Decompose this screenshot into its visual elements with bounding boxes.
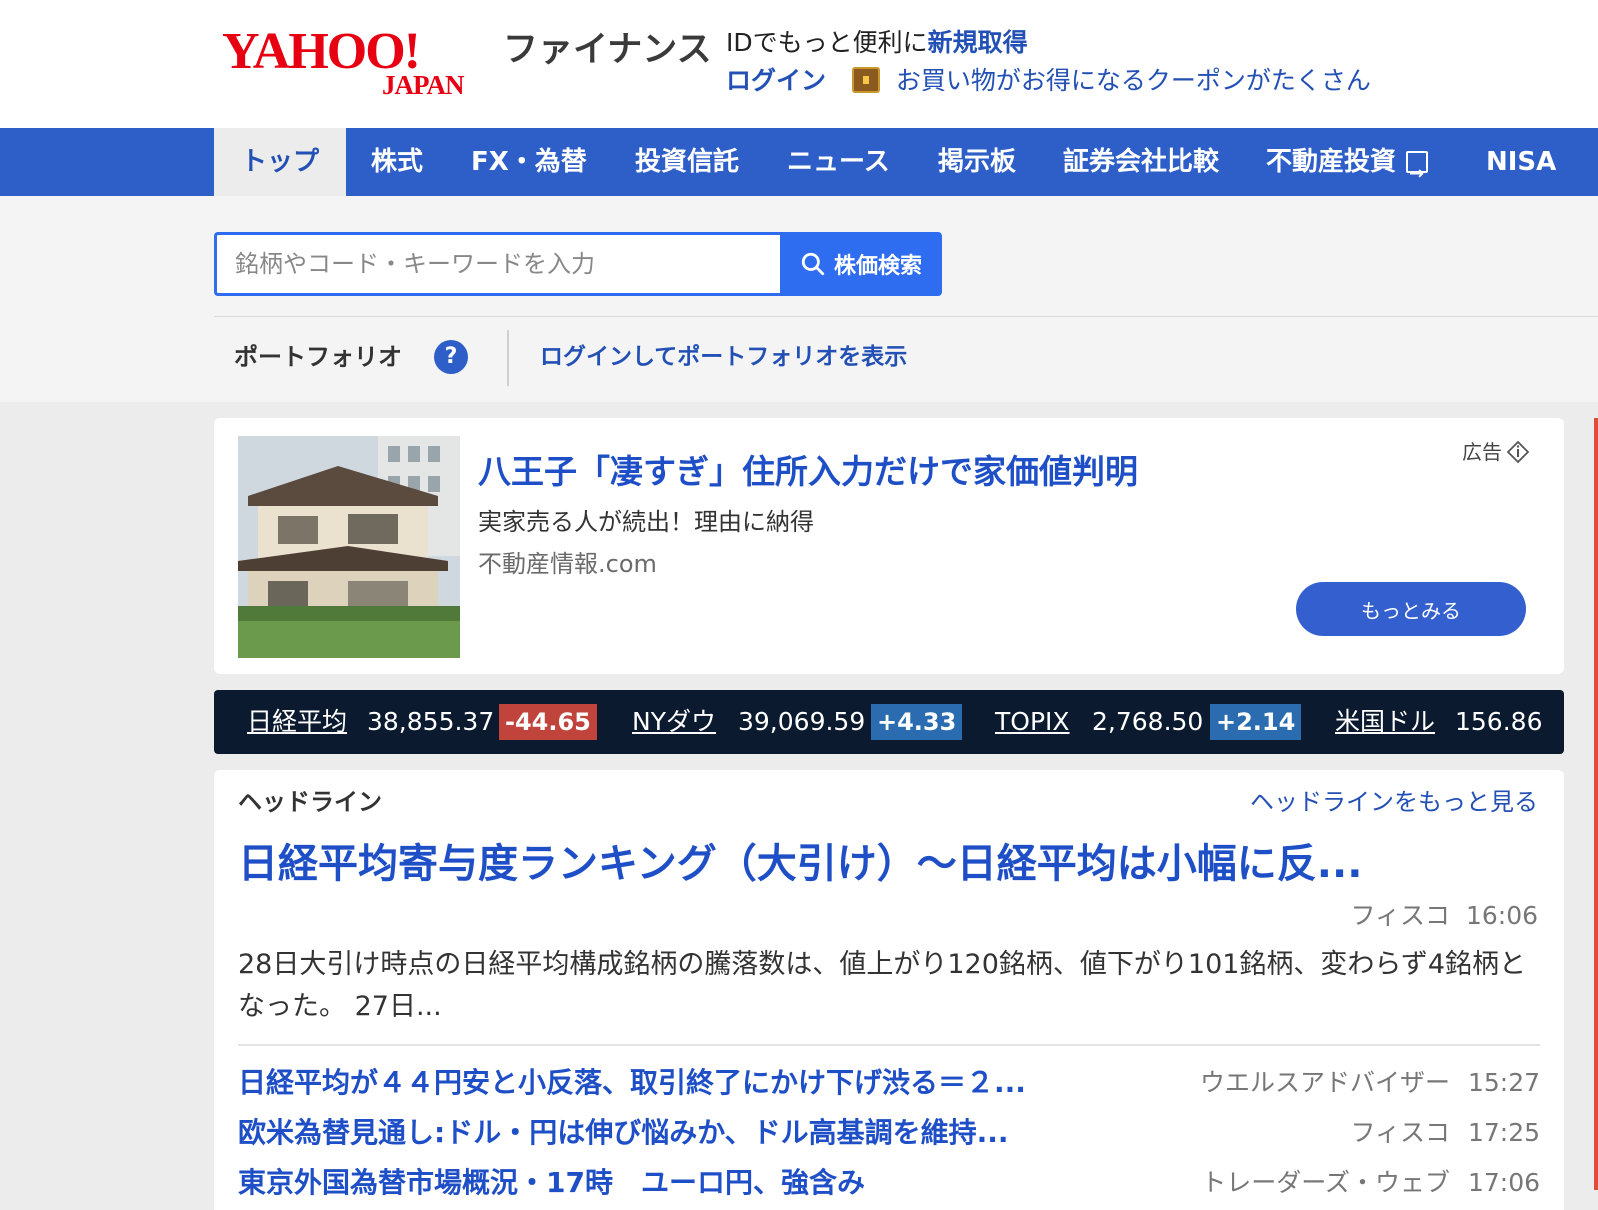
portfolio-label: ポートフォリオ xyxy=(234,343,402,371)
nav-tab-fx[interactable]: FX・為替 xyxy=(471,128,587,196)
external-link-icon xyxy=(1406,140,1429,208)
ticker-value-nikkei: 38,855.37 xyxy=(367,707,495,736)
ticker-value-usd: 156.86 xyxy=(1455,707,1543,736)
headline-more-link[interactable]: ヘッドラインをもっと見る xyxy=(1250,784,1538,820)
ticker-name-nydow[interactable]: NYダウ xyxy=(632,690,716,754)
ad-source: 不動産情報.com xyxy=(478,550,657,578)
news-list-item[interactable]: 東京外国為替市場概況・17時 ユーロ円、強含み トレーダーズ・ウェブ 17:06 xyxy=(238,1160,1540,1206)
logo-japan-text: JAPAN xyxy=(382,70,464,100)
nav-tab-nisa[interactable]: NISA xyxy=(1486,128,1556,196)
news-time: 17:06 xyxy=(1467,1168,1540,1197)
nav-tab-label: NISA xyxy=(1486,147,1557,177)
ticker-change-nikkei: -44.65 xyxy=(499,704,597,740)
stock-search-button[interactable]: 株価検索 xyxy=(780,232,942,296)
ad-title[interactable]: 八王子「凄すぎ」住所入力だけで家価値判明 xyxy=(478,450,1138,494)
ticker-value-topix: 2,768.50 xyxy=(1092,707,1204,736)
search-input[interactable] xyxy=(214,232,782,296)
treasure-chest-icon xyxy=(851,67,880,93)
nav-tab-real-estate[interactable]: 不動産投資 xyxy=(1266,128,1429,208)
headline-main-meta: フィスコ 16:06 xyxy=(1350,898,1538,934)
search-icon xyxy=(801,252,825,276)
ticker-name-nikkei[interactable]: 日経平均 xyxy=(247,690,347,754)
nav-tab-label: 証券会社比較 xyxy=(1063,147,1220,177)
nav-tab-news[interactable]: ニュース xyxy=(787,128,890,196)
news-source: トレーダーズ・ウェブ xyxy=(1201,1168,1450,1197)
news-list-item[interactable]: 欧米為替見通し:ドル・円は伸び悩みか、ドル高基調を維持... フィスコ 17:2… xyxy=(238,1110,1540,1156)
nav-tab-board[interactable]: 掲示板 xyxy=(938,128,1016,196)
headline-section-title: ヘッドライン xyxy=(238,788,382,816)
news-list-item[interactable]: 日経平均が４４円安と小反落、取引終了にかけ下げ渋る＝２... ウエルスアドバイザ… xyxy=(238,1060,1540,1106)
search-button-label: 株価検索 xyxy=(833,254,922,279)
nav-tab-top[interactable]: トップ xyxy=(214,128,346,196)
help-icon[interactable]: ? xyxy=(434,340,468,374)
id-promo: IDでもっと便利に新規取得 xyxy=(726,25,1028,61)
nav-tab-label: FX・為替 xyxy=(471,147,587,177)
news-title[interactable]: 日経平均が４４円安と小反落、取引終了にかけ下げ渋る＝２... xyxy=(238,1060,1026,1106)
news-title[interactable]: 東京外国為替市場概況・17時 ユーロ円、強含み xyxy=(238,1160,865,1206)
market-ticker: 日経平均 38,855.37 -44.65 NYダウ 39,069.59 +4.… xyxy=(214,690,1564,754)
news-source: フィスコ xyxy=(1350,1118,1450,1147)
headline-section: ヘッドライン ヘッドラインをもっと見る 日経平均寄与度ランキング（大引け）～日経… xyxy=(214,770,1564,1210)
side-accent-bar xyxy=(1594,418,1598,1190)
nav-tab-label: 株式 xyxy=(371,147,424,177)
nav-tab-stocks[interactable]: 株式 xyxy=(371,128,423,196)
site-header: YAHOO! JAPAN ファイナンス IDでもっと便利に新規取得 ログイン お… xyxy=(0,0,1598,128)
coupon-link[interactable]: お買い物がお得になるクーポンがたくさん xyxy=(896,66,1371,95)
id-promo-text: IDでもっと便利に xyxy=(726,28,928,57)
nav-tab-label: 不動産投資 xyxy=(1266,147,1397,177)
ad-house-image[interactable] xyxy=(238,436,460,658)
ad-label-text: 広告 xyxy=(1462,440,1502,464)
search-area: 株価検索 ポートフォリオ ? ログインしてポートフォリオを表示 xyxy=(0,196,1598,402)
divider xyxy=(214,316,1598,317)
service-name[interactable]: ファイナンス xyxy=(503,28,712,72)
news-time: 17:25 xyxy=(1467,1118,1540,1147)
ticker-name-topix[interactable]: TOPIX xyxy=(995,690,1070,754)
ticker-name-usd[interactable]: 米国ドル xyxy=(1335,690,1435,754)
divider xyxy=(507,330,509,386)
headline-main-source: フィスコ xyxy=(1350,901,1450,930)
login-promo: ログイン お買い物がお得になるクーポンがたくさん xyxy=(726,63,1371,99)
ticker-change-nydow: +4.33 xyxy=(871,704,963,740)
ticker-value-nydow: 39,069.59 xyxy=(738,707,866,736)
headline-main-title[interactable]: 日経平均寄与度ランキング（大引け）～日経平均は小幅に反... xyxy=(238,836,1538,892)
news-title[interactable]: 欧米為替見通し:ドル・円は伸び悩みか、ドル高基調を維持... xyxy=(238,1110,1009,1156)
ad-card[interactable]: 八王子「凄すぎ」住所入力だけで家価値判明 実家売る人が続出！理由に納得 不動産情… xyxy=(214,418,1564,674)
ticker-change-topix: +2.14 xyxy=(1210,704,1302,740)
nav-tab-label: ニュース xyxy=(787,147,890,177)
nav-tab-funds[interactable]: 投資信託 xyxy=(635,128,739,196)
nav-tab-label: トップ xyxy=(240,147,319,177)
register-link[interactable]: 新規取得 xyxy=(928,28,1028,57)
login-link[interactable]: ログイン xyxy=(726,66,826,95)
nav-tab-label: 投資信託 xyxy=(635,147,740,177)
nav-tab-label: 掲示板 xyxy=(938,147,1017,177)
ad-more-button[interactable]: もっとみる xyxy=(1296,582,1526,636)
portfolio-login-link[interactable]: ログインしてポートフォリオを表示 xyxy=(540,336,907,378)
headline-main-time: 16:06 xyxy=(1465,901,1538,930)
ad-label[interactable]: 広告 xyxy=(1462,436,1530,468)
yahoo-japan-logo[interactable]: YAHOO! JAPAN xyxy=(222,22,496,100)
news-time: 15:27 xyxy=(1467,1068,1540,1097)
ad-info-icon xyxy=(1506,440,1530,464)
news-source: ウエルスアドバイザー xyxy=(1199,1068,1450,1097)
divider xyxy=(238,1044,1540,1046)
nav-tab-broker-compare[interactable]: 証券会社比較 xyxy=(1063,128,1219,196)
headline-main-description[interactable]: 28日大引け時点の日経平均構成銘柄の騰落数は、値上がり120銘柄、値下がり101… xyxy=(238,944,1542,1028)
global-nav: トップ 株式 FX・為替 投資信託 ニュース 掲示板 証券会社比較 不動産投資 … xyxy=(0,128,1598,208)
ad-description: 実家売る人が続出！理由に納得 xyxy=(478,508,814,536)
